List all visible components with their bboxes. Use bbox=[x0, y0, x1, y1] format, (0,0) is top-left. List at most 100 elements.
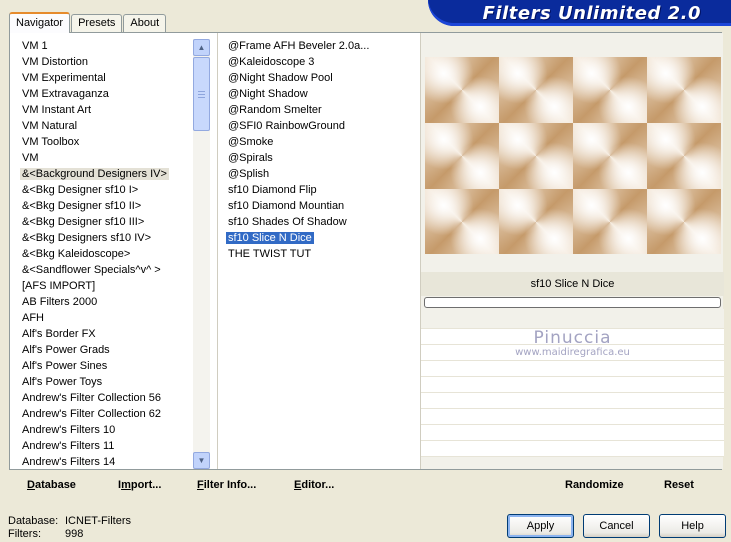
editor-button[interactable]: Editor... bbox=[294, 479, 334, 491]
category-item[interactable]: AB Filters 2000 bbox=[12, 295, 194, 311]
scroll-thumb[interactable] bbox=[193, 57, 210, 131]
filter-item[interactable]: @SFI0 RainbowGround bbox=[218, 119, 417, 135]
category-item[interactable]: &<Bkg Designers sf10 IV> bbox=[12, 231, 194, 247]
category-item-label: &<Bkg Designer sf10 II> bbox=[22, 200, 142, 212]
category-item[interactable]: Andrew's Filter Collection 62 bbox=[12, 407, 194, 423]
filter-item[interactable]: THE TWIST TUT bbox=[218, 247, 417, 263]
category-item-label: [AFS IMPORT] bbox=[22, 280, 96, 292]
filter-item-label: @Night Shadow bbox=[228, 88, 308, 100]
category-item[interactable]: VM Distortion bbox=[12, 55, 194, 71]
filter-item[interactable]: @Random Smelter bbox=[218, 103, 417, 119]
scroll-down-button[interactable]: ▼ bbox=[193, 452, 210, 469]
database-status-value: ICNET-Filters bbox=[65, 515, 131, 527]
filter-item[interactable]: sf10 Diamond Mountian bbox=[218, 199, 417, 215]
category-item[interactable]: Alf's Power Toys bbox=[12, 375, 194, 391]
category-item[interactable]: Andrew's Filters 14 bbox=[12, 455, 194, 469]
category-item[interactable]: VM Experimental bbox=[12, 71, 194, 87]
category-item-label: VM Instant Art bbox=[22, 104, 92, 116]
category-item-label: &<Bkg Kaleidoscope> bbox=[22, 248, 131, 260]
category-item-label: Andrew's Filters 14 bbox=[22, 456, 116, 468]
filter-item[interactable]: sf10 Slice N Dice bbox=[218, 231, 417, 247]
filters-status-label: Filters: bbox=[8, 528, 41, 540]
randomize-button[interactable]: Randomize bbox=[565, 479, 624, 491]
editor-label: ditor... bbox=[301, 479, 335, 491]
import-mnemonic: m bbox=[121, 479, 131, 491]
param-row bbox=[421, 409, 724, 425]
filter-item[interactable]: @Smoke bbox=[218, 135, 417, 151]
filter-item[interactable]: @Frame AFH Beveler 2.0a... bbox=[218, 39, 417, 55]
selected-filter-name: sf10 Slice N Dice bbox=[421, 272, 724, 296]
category-item[interactable]: Andrew's Filter Collection 56 bbox=[12, 391, 194, 407]
category-item[interactable]: &<Bkg Kaleidoscope> bbox=[12, 247, 194, 263]
category-item-label: VM Natural bbox=[22, 120, 78, 132]
cancel-button[interactable]: Cancel bbox=[583, 514, 650, 538]
category-item-label: &<Background Designers IV> bbox=[20, 168, 169, 180]
category-item[interactable]: Alf's Border FX bbox=[12, 327, 194, 343]
reset-button[interactable]: Reset bbox=[664, 479, 694, 491]
category-item-label: Andrew's Filters 11 bbox=[22, 440, 115, 452]
filter-preview-image bbox=[425, 57, 721, 254]
import-button[interactable]: Import... bbox=[118, 479, 161, 491]
filter-info-mnemonic: F bbox=[197, 479, 204, 491]
category-list[interactable]: VM 1 VM Distortion VM Experimental VM Extra… bbox=[12, 33, 194, 469]
grip-icon bbox=[198, 90, 205, 98]
filter-list[interactable]: @Frame AFH Beveler 2.0a... @Kaleidoscope … bbox=[217, 33, 417, 469]
database-label: atabase bbox=[34, 479, 76, 491]
scroll-up-button[interactable]: ▲ bbox=[193, 39, 210, 56]
header-banner: Filters Unlimited 2.0 bbox=[428, 0, 731, 26]
category-item[interactable]: Andrew's Filters 10 bbox=[12, 423, 194, 439]
category-item-label: Alf's Power Toys bbox=[22, 376, 103, 388]
category-scrollbar[interactable]: ▲ ▼ bbox=[193, 39, 210, 469]
filter-item[interactable]: sf10 Shades Of Shadow bbox=[218, 215, 417, 231]
filter-item[interactable]: @Night Shadow Pool bbox=[218, 71, 417, 87]
apply-button[interactable]: Apply bbox=[507, 514, 574, 538]
category-item[interactable]: VM Toolbox bbox=[12, 135, 194, 151]
category-item[interactable]: Alf's Power Grads bbox=[12, 343, 194, 359]
category-item-label: VM bbox=[22, 152, 39, 164]
category-item[interactable]: Andrew's Filters 11 bbox=[12, 439, 194, 455]
category-item[interactable]: VM 1 bbox=[12, 39, 194, 55]
preview-area: sf10 Slice N Dice Pinuccia www.maidiregr… bbox=[420, 33, 724, 469]
category-item[interactable]: &<Bkg Designer sf10 I> bbox=[12, 183, 194, 199]
category-item[interactable]: &<Background Designers IV> bbox=[12, 167, 194, 183]
filter-item[interactable]: @Kaleidoscope 3 bbox=[218, 55, 417, 71]
filter-item-label: @Frame AFH Beveler 2.0a... bbox=[228, 40, 370, 52]
status-info: Database: ICNET-Filters Filters: 998 bbox=[8, 515, 131, 541]
filter-item-label: @Smoke bbox=[228, 136, 274, 148]
category-item-label: &<Bkg Designer sf10 III> bbox=[22, 216, 145, 228]
param-row bbox=[421, 393, 724, 409]
category-item[interactable]: &<Bkg Designer sf10 III> bbox=[12, 215, 194, 231]
category-item[interactable]: VM Natural bbox=[12, 119, 194, 135]
chevron-up-icon: ▲ bbox=[197, 43, 206, 52]
category-item[interactable]: VM bbox=[12, 151, 194, 167]
category-item-label: VM Toolbox bbox=[22, 136, 80, 148]
filter-info-button[interactable]: Filter Info... bbox=[197, 479, 256, 491]
category-item[interactable]: VM Instant Art bbox=[12, 103, 194, 119]
category-item[interactable]: [AFS IMPORT] bbox=[12, 279, 194, 295]
tab-navigator[interactable]: Navigator bbox=[9, 12, 71, 33]
category-item[interactable]: VM Extravaganza bbox=[12, 87, 194, 103]
progress-bar bbox=[424, 297, 721, 308]
database-button[interactable]: Database bbox=[27, 479, 76, 491]
help-button[interactable]: Help bbox=[659, 514, 726, 538]
category-item-label: &<Sandflower Specials^v^ > bbox=[22, 264, 161, 276]
tab-about[interactable]: About bbox=[123, 14, 167, 33]
category-item[interactable]: &<Bkg Designer sf10 II> bbox=[12, 199, 194, 215]
param-row bbox=[421, 309, 724, 329]
param-row bbox=[421, 441, 724, 457]
param-row bbox=[421, 377, 724, 393]
filter-item[interactable]: @Splish bbox=[218, 167, 417, 183]
category-item-label: Alf's Border FX bbox=[22, 328, 96, 340]
filter-item-label: sf10 Slice N Dice bbox=[226, 232, 314, 244]
category-item[interactable]: &<Sandflower Specials^v^ > bbox=[12, 263, 194, 279]
category-item-label: Alf's Power Grads bbox=[22, 344, 110, 356]
filter-item[interactable]: sf10 Diamond Flip bbox=[218, 183, 417, 199]
category-item[interactable]: Alf's Power Sines bbox=[12, 359, 194, 375]
tab-presets[interactable]: Presets bbox=[71, 14, 123, 33]
category-item[interactable]: AFH bbox=[12, 311, 194, 327]
category-item-label: &<Bkg Designers sf10 IV> bbox=[22, 232, 152, 244]
app-title: Filters Unlimited 2.0 bbox=[482, 2, 701, 24]
filter-item-label: @SFI0 RainbowGround bbox=[228, 120, 345, 132]
filter-item[interactable]: @Night Shadow bbox=[218, 87, 417, 103]
filter-item[interactable]: @Spirals bbox=[218, 151, 417, 167]
